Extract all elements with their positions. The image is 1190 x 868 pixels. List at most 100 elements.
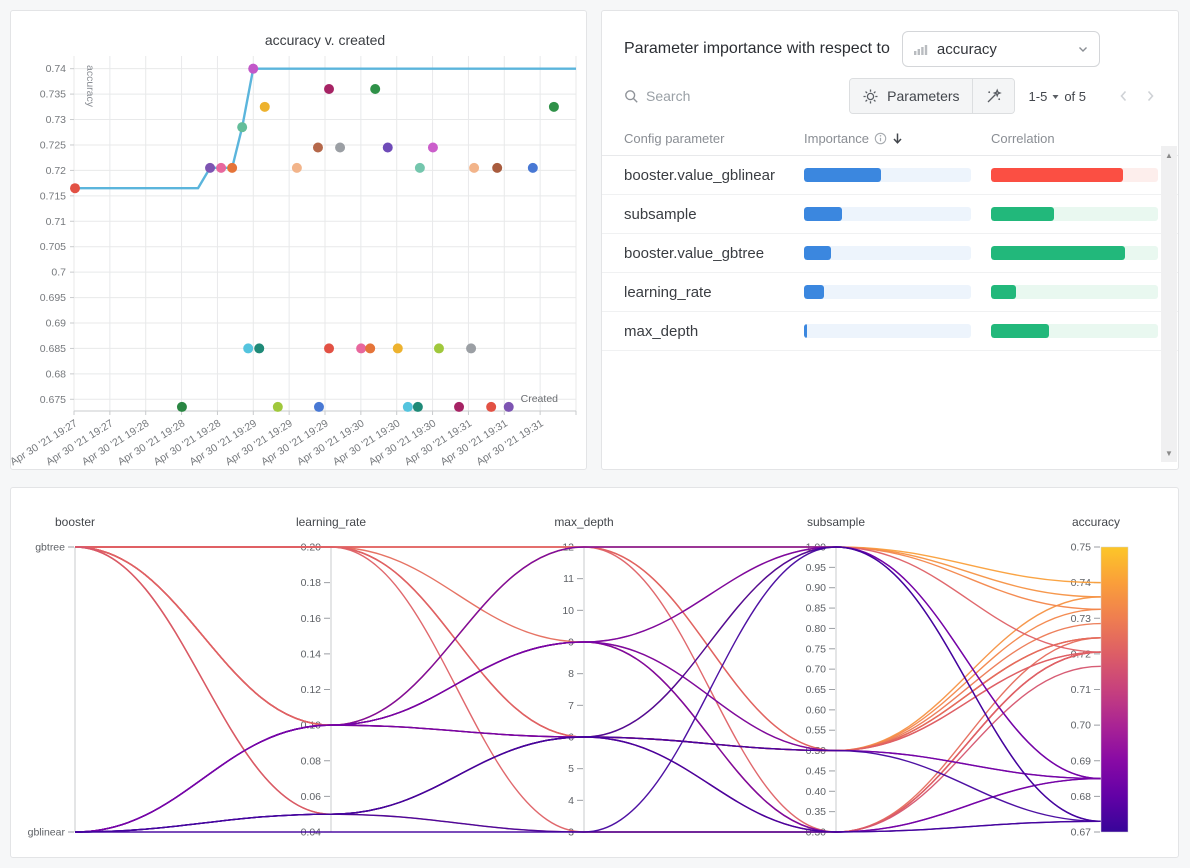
run-point[interactable] — [428, 143, 438, 153]
importance-toolbar: Parameters 1-5 of 5 — [602, 77, 1178, 121]
importance-table-row[interactable]: booster.value_gblinear — [602, 156, 1178, 195]
run-point[interactable] — [248, 64, 258, 74]
axis-title: booster — [55, 515, 95, 529]
run-line[interactable] — [75, 547, 1101, 751]
run-point[interactable] — [492, 163, 502, 173]
parameters-button[interactable]: Parameters — [850, 79, 971, 113]
run-point[interactable] — [292, 163, 302, 173]
run-point[interactable] — [370, 84, 380, 94]
parallel-coordinates-chart[interactable]: boostergbtreegblinearlearning_rate0.200.… — [11, 488, 1178, 857]
run-line[interactable] — [75, 547, 1101, 751]
run-line[interactable] — [75, 547, 1101, 751]
svg-text:0.65: 0.65 — [806, 684, 827, 696]
run-line[interactable] — [75, 725, 1101, 832]
column-importance[interactable]: Importance — [804, 131, 991, 146]
run-point[interactable] — [466, 343, 476, 353]
run-line[interactable] — [75, 547, 1101, 751]
svg-text:0.70: 0.70 — [1071, 720, 1092, 732]
search-box[interactable] — [624, 88, 849, 104]
run-point[interactable] — [365, 343, 375, 353]
run-point[interactable] — [393, 343, 403, 353]
importance-bar-track — [804, 207, 971, 221]
run-point[interactable] — [243, 343, 253, 353]
svg-text:0.73: 0.73 — [46, 114, 67, 126]
run-point[interactable] — [324, 343, 334, 353]
run-line[interactable] — [75, 737, 1101, 832]
table-scrollbar[interactable]: ▲ ▼ — [1161, 146, 1177, 462]
importance-bar-fill — [804, 207, 842, 221]
run-point[interactable] — [216, 163, 226, 173]
correlation-bar-track — [991, 207, 1158, 221]
pagination-total: of 5 — [1064, 89, 1086, 104]
run-point[interactable] — [205, 163, 215, 173]
svg-text:0.14: 0.14 — [301, 648, 322, 660]
column-correlation[interactable]: Correlation — [991, 131, 1178, 146]
run-point[interactable] — [227, 163, 237, 173]
run-point[interactable] — [383, 143, 393, 153]
run-line[interactable] — [75, 547, 1101, 832]
run-point[interactable] — [254, 343, 264, 353]
chevron-right-icon[interactable] — [1145, 89, 1156, 103]
magic-wand-button[interactable] — [972, 79, 1014, 113]
run-point[interactable] — [313, 143, 323, 153]
run-point[interactable] — [486, 402, 496, 412]
accuracy-colorbar — [1101, 547, 1128, 832]
chevron-left-icon[interactable] — [1118, 89, 1129, 103]
search-input[interactable] — [646, 88, 796, 104]
run-line[interactable] — [75, 547, 1101, 814]
correlation-bar-fill — [991, 168, 1123, 182]
scroll-down-icon[interactable]: ▼ — [1161, 446, 1177, 460]
pagination-range[interactable]: 1-5 — [1029, 89, 1048, 104]
svg-text:4: 4 — [568, 795, 574, 807]
column-config-parameter[interactable]: Config parameter — [624, 131, 804, 146]
run-line[interactable] — [75, 547, 1101, 832]
importance-bar-fill — [804, 246, 831, 260]
run-line[interactable] — [75, 547, 1101, 832]
correlation-bar-track — [991, 246, 1158, 260]
run-point[interactable] — [504, 402, 514, 412]
run-point[interactable] — [415, 163, 425, 173]
importance-table-row[interactable]: subsample — [602, 195, 1178, 234]
scroll-up-icon[interactable]: ▲ — [1161, 148, 1177, 162]
run-line[interactable] — [75, 547, 1101, 751]
run-point[interactable] — [549, 102, 559, 112]
run-line[interactable] — [75, 821, 1101, 832]
scatter-points — [70, 64, 559, 412]
run-point[interactable] — [356, 343, 366, 353]
run-line[interactable] — [75, 737, 1101, 832]
run-point[interactable] — [469, 163, 479, 173]
run-point[interactable] — [260, 102, 270, 112]
run-point[interactable] — [273, 402, 283, 412]
correlation-bar-fill — [991, 285, 1016, 299]
run-point[interactable] — [403, 402, 413, 412]
run-point[interactable] — [454, 402, 464, 412]
run-point[interactable] — [434, 343, 444, 353]
run-line[interactable] — [75, 547, 1101, 814]
importance-table-row[interactable]: booster.value_gbtree — [602, 234, 1178, 273]
run-line[interactable] — [75, 547, 1101, 751]
run-point[interactable] — [70, 183, 80, 193]
svg-text:gbtree: gbtree — [35, 542, 65, 554]
importance-table-row[interactable]: max_depth — [602, 312, 1178, 351]
importance-bar-track — [804, 246, 971, 260]
run-line[interactable] — [75, 547, 1101, 832]
run-point[interactable] — [528, 163, 538, 173]
run-line[interactable] — [75, 547, 1101, 832]
run-point[interactable] — [314, 402, 324, 412]
importance-table-row[interactable]: learning_rate — [602, 273, 1178, 312]
metric-select[interactable]: accuracy — [902, 31, 1100, 67]
run-line[interactable] — [75, 547, 1101, 832]
run-point[interactable] — [335, 143, 345, 153]
run-line[interactable] — [75, 547, 1101, 751]
run-line[interactable] — [75, 725, 1101, 832]
run-point[interactable] — [324, 84, 334, 94]
run-line[interactable] — [75, 547, 1101, 832]
run-line[interactable] — [75, 547, 1101, 832]
axis-title: max_depth — [554, 515, 613, 529]
run-line[interactable] — [75, 547, 1101, 832]
accuracy-vs-created-chart[interactable]: 0.740.7350.730.7250.720.7150.710.7050.70… — [11, 11, 586, 469]
run-point[interactable] — [237, 122, 247, 132]
run-line[interactable] — [75, 547, 1101, 832]
run-point[interactable] — [413, 402, 423, 412]
run-point[interactable] — [177, 402, 187, 412]
